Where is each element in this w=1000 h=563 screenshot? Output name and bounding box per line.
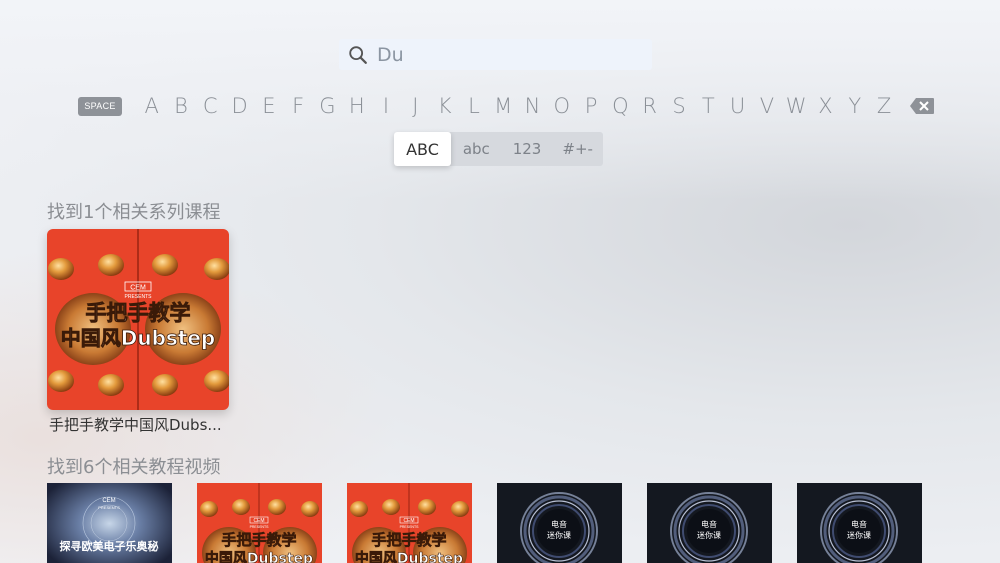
- video-thumbnail[interactable]: 电音 迷你课: [647, 483, 772, 563]
- key-j[interactable]: J: [401, 94, 430, 118]
- key-s[interactable]: S: [664, 94, 693, 118]
- mode-tab-upper[interactable]: ABC: [394, 132, 451, 166]
- mode-tab-numbers[interactable]: 123: [502, 132, 553, 166]
- key-i[interactable]: I: [371, 94, 400, 118]
- keyboard-mode-switch: ABC abc 123 #+-: [394, 132, 603, 166]
- search-icon: [349, 45, 367, 64]
- series-card-artwork: CEM PRESENTS 手把手教学 中国风Dubstep: [47, 229, 229, 410]
- video-results-header: 找到6个相关教程视频: [47, 457, 221, 478]
- art-presents-text: PRESENTS: [98, 505, 120, 510]
- key-r[interactable]: R: [635, 94, 664, 118]
- key-p[interactable]: P: [576, 94, 605, 118]
- keyboard-row: SPACE ABCDEFGHIJKLMNOPQRSTUVWXYZ: [78, 92, 935, 120]
- art-title-line2: 迷你课: [547, 530, 571, 540]
- letter-keys: ABCDEFGHIJKLMNOPQRSTUVWXYZ: [137, 94, 899, 118]
- art-title-line1: 手把手教学: [371, 531, 446, 549]
- key-t[interactable]: T: [694, 94, 723, 118]
- key-a[interactable]: A: [137, 94, 166, 118]
- key-l[interactable]: L: [459, 94, 488, 118]
- key-y[interactable]: Y: [840, 94, 869, 118]
- art-title-line1: 手把手教学: [221, 531, 296, 549]
- art-title-line2: 中国风Dubstep: [205, 550, 313, 563]
- key-b[interactable]: B: [166, 94, 195, 118]
- series-results-header: 找到1个相关系列课程: [47, 202, 221, 223]
- art-brand-text: CEM: [403, 518, 414, 524]
- key-f[interactable]: F: [283, 94, 312, 118]
- key-h[interactable]: H: [342, 94, 371, 118]
- key-e[interactable]: E: [254, 94, 283, 118]
- art-title-line1: 电音: [551, 519, 567, 529]
- video-thumbnail[interactable]: CEM PRESENTS 探寻欧美电子乐奥秘: [47, 483, 172, 563]
- key-g[interactable]: G: [313, 94, 342, 118]
- art-presents-text: PRESENTS: [250, 525, 270, 529]
- search-query-text: Du: [377, 43, 404, 66]
- key-n[interactable]: N: [518, 94, 547, 118]
- art-title-line1: 手把手教学: [86, 301, 191, 325]
- key-z[interactable]: Z: [869, 94, 898, 118]
- art-title-line2: 中国风Dubstep: [355, 550, 463, 563]
- series-card[interactable]: CEM PRESENTS 手把手教学 中国风Dubstep: [47, 229, 229, 410]
- key-v[interactable]: V: [752, 94, 781, 118]
- art-title-line2: 迷你课: [697, 530, 721, 540]
- key-d[interactable]: D: [225, 94, 254, 118]
- art-brand-text: CEM: [102, 498, 115, 504]
- key-m[interactable]: M: [489, 94, 518, 118]
- art-brand-text: CEM: [130, 285, 146, 292]
- key-x[interactable]: X: [811, 94, 840, 118]
- series-card-title: 手把手教学中国风Dubs...: [49, 416, 222, 434]
- search-input[interactable]: Du: [339, 39, 652, 70]
- key-o[interactable]: O: [547, 94, 576, 118]
- art-title-line2: 迷你课: [847, 530, 871, 540]
- art-presents-text: PRESENTS: [400, 525, 420, 529]
- delete-key-icon[interactable]: [909, 97, 935, 115]
- key-c[interactable]: C: [196, 94, 225, 118]
- art-title-line2: 中国风Dubstep: [61, 326, 216, 350]
- mode-tab-lower[interactable]: abc: [451, 132, 502, 166]
- video-thumbnail[interactable]: 电音 迷你课: [497, 483, 622, 563]
- video-art-title: 探寻欧美电子乐奥秘: [60, 539, 159, 553]
- key-u[interactable]: U: [723, 94, 752, 118]
- video-thumbnail[interactable]: CEM PRESENTS 手把手教学 中国风Dubstep: [197, 483, 322, 563]
- art-brand-text: CEM: [253, 518, 264, 524]
- art-title-line1: 电音: [851, 519, 867, 529]
- video-thumbnail[interactable]: CEM PRESENTS 手把手教学 中国风Dubstep: [347, 483, 472, 563]
- mode-tab-symbols[interactable]: #+-: [552, 132, 603, 166]
- video-thumbnail[interactable]: 电音 迷你课: [797, 483, 922, 563]
- key-w[interactable]: W: [782, 94, 811, 118]
- space-key[interactable]: SPACE: [78, 96, 122, 116]
- art-title-line1: 电音: [701, 519, 717, 529]
- key-k[interactable]: K: [430, 94, 459, 118]
- art-presents-text: PRESENTS: [125, 294, 153, 300]
- key-q[interactable]: Q: [606, 94, 635, 118]
